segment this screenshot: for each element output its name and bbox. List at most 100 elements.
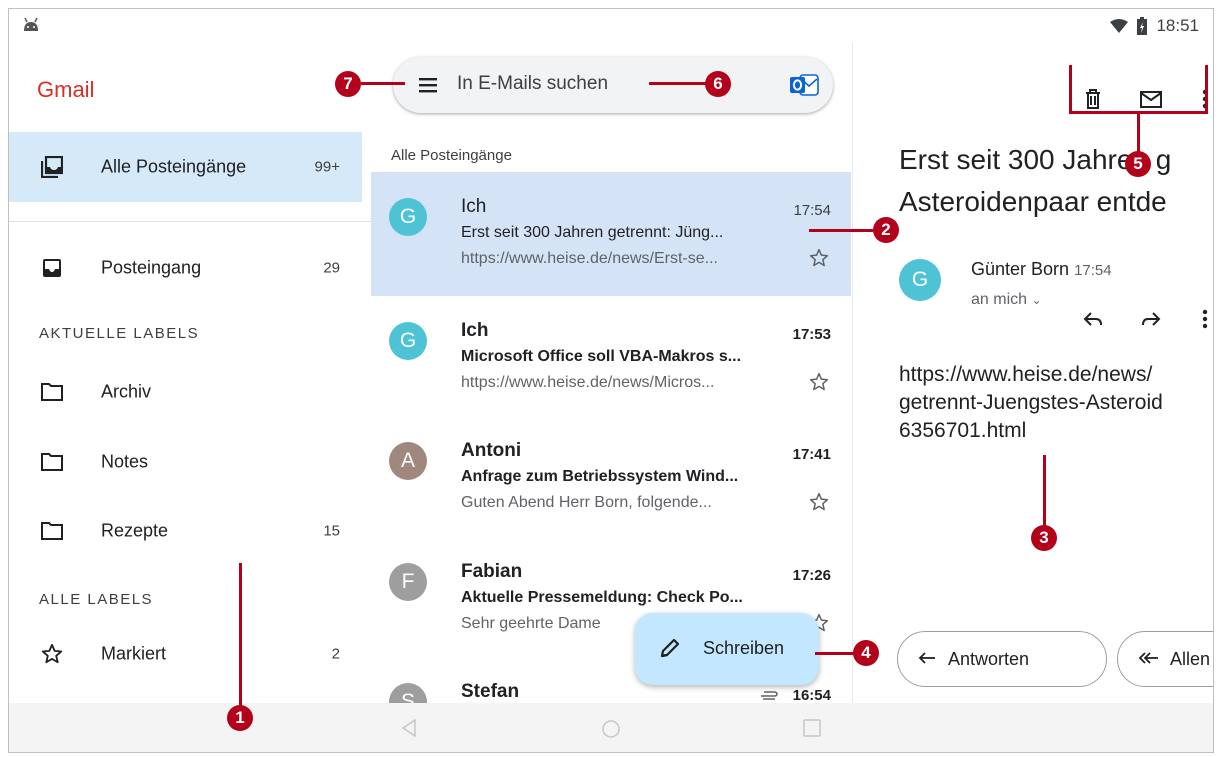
callout-marker-2: 2 xyxy=(873,217,899,243)
pencil-icon xyxy=(660,638,680,658)
mail-subject: Erst seit 300 Jahren getrennt: Jüng... xyxy=(461,224,724,241)
list-header: Alle Posteingänge xyxy=(391,147,512,164)
unread-count: 29 xyxy=(323,259,340,277)
all-inboxes-icon xyxy=(39,154,65,180)
reading-pane: Erst seit 300 Jahren g Asteroidenpaar en… xyxy=(852,43,1214,703)
reply-icon xyxy=(918,652,935,664)
forward-icon[interactable] xyxy=(1139,307,1163,331)
folder-icon xyxy=(39,518,65,544)
navigation-drawer: Gmail Alle Posteingänge 99+ Posteingang … xyxy=(9,43,371,703)
mail-list-pane: In E-Mails suchen Alle Posteingänge G Ic… xyxy=(371,43,851,721)
reply-all-button[interactable]: Allen a xyxy=(1117,631,1213,687)
callout-marker-7: 7 xyxy=(335,71,361,97)
callout-line xyxy=(815,652,855,655)
mail-sender: Stefan xyxy=(461,681,520,702)
unread-count: 99+ xyxy=(314,158,340,176)
more-options-icon[interactable] xyxy=(1193,307,1214,331)
mail-subject: Anfrage zum Betriebssystem Wind... xyxy=(461,468,739,485)
message-time: 17:54 xyxy=(1074,262,1112,279)
sender-avatar: G xyxy=(899,259,941,301)
callout-line xyxy=(239,563,242,709)
list-item[interactable]: G Ich 17:53 Microsoft Office soll VBA-Ma… xyxy=(371,296,851,420)
section-heading-all-labels: ALLE LABELS xyxy=(39,591,154,608)
account-avatar-icon[interactable] xyxy=(789,70,819,100)
callout-line xyxy=(1069,65,1072,113)
more-options-icon[interactable] xyxy=(1193,87,1214,111)
avatar: A xyxy=(389,442,427,480)
mail-time: 17:41 xyxy=(792,446,831,463)
message-body: https://www.heise.de/news/ getrennt-Juen… xyxy=(899,361,1163,445)
inbox-icon xyxy=(39,255,65,281)
callout-line xyxy=(1205,65,1208,113)
sidebar-item-all-inboxes[interactable]: Alle Posteingänge 99+ xyxy=(9,132,362,202)
callout-marker-5: 5 xyxy=(1125,151,1151,177)
callout-marker-3: 3 xyxy=(1031,525,1057,551)
mail-snippet: https://www.heise.de/news/Micros... xyxy=(461,374,715,391)
search-bar[interactable]: In E-Mails suchen xyxy=(393,57,833,113)
list-item[interactable]: G Ich 17:54 Erst seit 300 Jahren getrenn… xyxy=(371,172,851,296)
sidebar-item-markiert[interactable]: Markiert 2 xyxy=(9,619,362,689)
back-icon[interactable] xyxy=(401,719,417,737)
system-navigation-bar xyxy=(9,703,1213,752)
android-icon xyxy=(24,18,38,31)
battery-icon xyxy=(1137,17,1148,35)
reply-all-icon xyxy=(1138,652,1158,664)
mail-sender: Fabian xyxy=(461,561,523,582)
mail-time: 17:53 xyxy=(792,326,831,343)
sidebar-item-label: Posteingang xyxy=(101,257,202,278)
unread-count: 15 xyxy=(323,522,340,540)
avatar: G xyxy=(389,198,427,236)
recents-icon[interactable] xyxy=(803,719,821,737)
sender-name: Günter Born xyxy=(971,259,1070,279)
mail-time: 16:54 xyxy=(792,687,831,704)
reply-icon[interactable] xyxy=(1081,307,1105,331)
wifi-icon xyxy=(1110,19,1129,33)
avatar: F xyxy=(389,563,427,601)
status-bar: 18:51 xyxy=(9,9,1213,43)
body-line: getrennt-Juengstes-Asteroid xyxy=(899,391,1163,414)
sidebar-item-notes[interactable]: Notes xyxy=(9,427,362,497)
mark-unread-icon[interactable] xyxy=(1139,87,1163,111)
message-subject: Erst seit 300 Jahren g Asteroidenpaar en… xyxy=(899,139,1171,223)
sender-line: Günter Born 17:54 xyxy=(971,259,1112,280)
reply-all-label: Allen a xyxy=(1170,648,1213,669)
sidebar-item-rezepte[interactable]: Rezepte 15 xyxy=(9,496,362,566)
list-item[interactable]: A Antoni 17:41 Anfrage zum Betriebssyste… xyxy=(371,416,851,540)
body-line: https://www.heise.de/news/ xyxy=(899,363,1153,386)
subject-line: Asteroidenpaar entde xyxy=(899,186,1167,217)
compose-button[interactable]: Schreiben xyxy=(635,613,819,685)
star-icon[interactable] xyxy=(809,492,829,512)
sidebar-item-label: Notes xyxy=(101,451,149,472)
clock: 18:51 xyxy=(1156,16,1199,35)
sidebar-item-label: Rezepte xyxy=(101,520,169,541)
callout-marker-1: 1 xyxy=(227,705,253,731)
unread-count: 2 xyxy=(331,645,340,663)
delete-icon[interactable] xyxy=(1081,87,1105,111)
sidebar-item-inbox[interactable]: Posteingang 29 xyxy=(9,233,362,303)
recipient-dropdown[interactable]: an mich ⌄ xyxy=(971,291,1042,309)
hamburger-menu-icon[interactable] xyxy=(419,75,437,95)
callout-line xyxy=(649,82,707,85)
tablet-screen: 18:51 Gmail Alle Posteingänge 99+ Postei… xyxy=(8,8,1214,753)
callout-line xyxy=(809,229,873,232)
search-input[interactable]: In E-Mails suchen xyxy=(457,73,608,95)
folder-icon xyxy=(39,449,65,475)
sidebar-item-label: Alle Posteingänge xyxy=(101,156,247,177)
home-icon[interactable] xyxy=(601,719,621,739)
mail-time: 17:26 xyxy=(792,567,831,584)
mail-subject: Aktuelle Pressemeldung: Check Po... xyxy=(461,589,743,606)
reply-label: Antworten xyxy=(948,648,1030,669)
star-icon[interactable] xyxy=(809,248,829,268)
mail-sender: Antoni xyxy=(461,440,522,461)
star-icon[interactable] xyxy=(809,372,829,392)
mail-sender: Ich xyxy=(461,196,487,217)
sidebar-item-archiv[interactable]: Archiv xyxy=(9,357,362,427)
divider xyxy=(9,221,371,222)
callout-line xyxy=(1137,111,1140,153)
section-heading-recent-labels: AKTUELLE LABELS xyxy=(39,325,200,342)
mail-snippet: https://www.heise.de/news/Erst-se... xyxy=(461,250,718,267)
folder-icon xyxy=(39,379,65,405)
avatar: G xyxy=(389,322,427,360)
chevron-down-icon: ⌄ xyxy=(1031,293,1042,307)
reply-button[interactable]: Antworten xyxy=(897,631,1107,687)
